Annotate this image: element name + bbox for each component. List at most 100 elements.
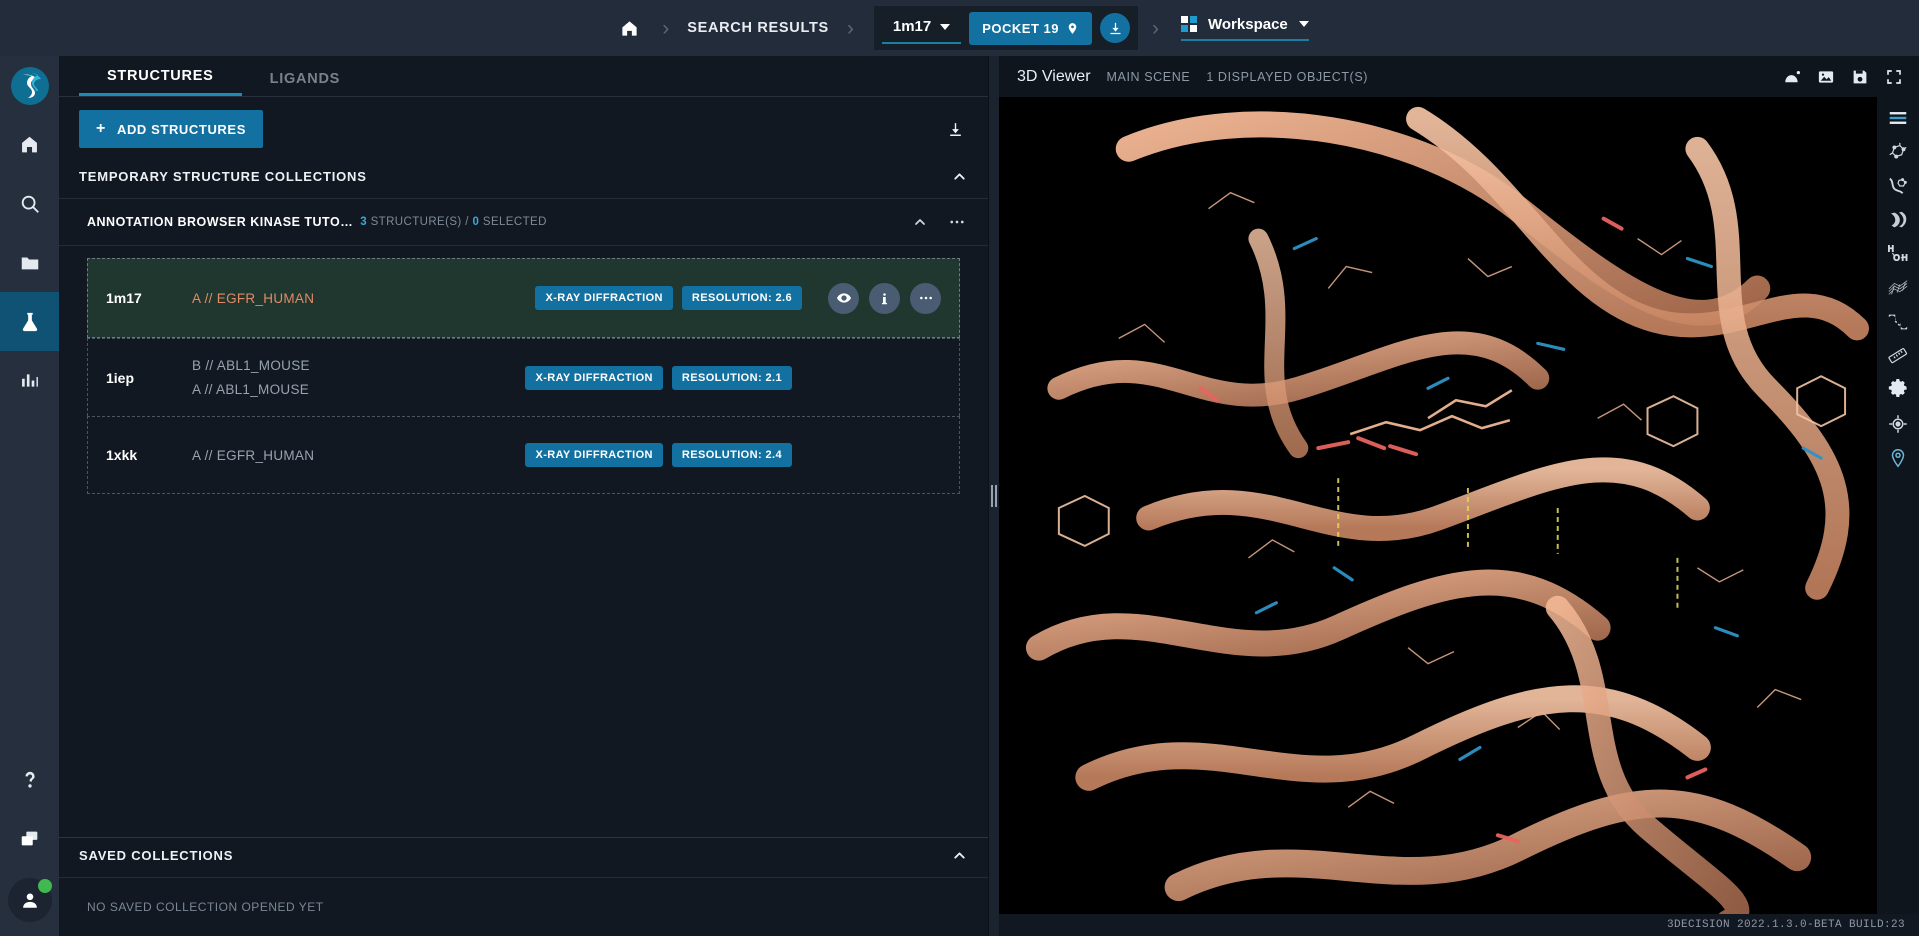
resolution-badge: RESOLUTION: 2.4 — [671, 443, 792, 467]
home-breadcrumb-button[interactable] — [610, 9, 648, 47]
pocket-button[interactable]: POCKET 19 — [969, 11, 1092, 45]
add-structures-button[interactable]: + ADD STRUCTURES — [79, 110, 263, 148]
collection-selected-count: 0 — [472, 216, 480, 228]
sidebar-item-analytics[interactable] — [0, 351, 59, 410]
collection-count-label: STRUCTURE(S) / — [370, 216, 469, 228]
viewer-panel: 3D Viewer MAIN SCENE 1 DISPLAYED OBJECT(… — [999, 56, 1919, 936]
user-avatar-icon — [19, 889, 41, 911]
visibility-toggle-button[interactable] — [828, 282, 859, 314]
sidebar-item-home[interactable] — [0, 115, 59, 174]
temporary-collections-title: TEMPORARY STRUCTURE COLLECTIONS — [79, 169, 367, 184]
info-button[interactable] — [869, 282, 900, 314]
surface-mesh-icon[interactable] — [1885, 275, 1911, 301]
helix-icon[interactable] — [1885, 207, 1911, 233]
structure-badges: X-RAY DIFFRACTION RESOLUTION: 2.6 — [535, 286, 802, 310]
cursor-arc-icon[interactable] — [1783, 68, 1801, 86]
center-target-icon[interactable] — [1885, 411, 1911, 437]
structure-selector-dropdown[interactable]: 1m17 — [881, 12, 962, 44]
status-bar: 3DECISION 2022.1.3.0-BETA BUILD:23 — [999, 914, 1919, 936]
eye-icon — [836, 290, 852, 306]
collection-ellipsis-icon[interactable] — [948, 213, 966, 231]
structure-list: 1m17 A // EGFR_HUMAN X-RAY DIFFRACTION R… — [59, 246, 988, 494]
viewer-objects-label: 1 DISPLAYED OBJECT(S) — [1206, 69, 1369, 84]
windows-button[interactable] — [0, 809, 59, 868]
tab-ligands[interactable]: LIGANDS — [242, 71, 369, 96]
sidebar-item-search[interactable] — [0, 174, 59, 233]
resolution-badge: RESOLUTION: 2.1 — [671, 365, 792, 390]
ellipsis-icon — [918, 290, 934, 306]
panel-resize-handle[interactable] — [989, 56, 999, 936]
distance-icon[interactable] — [1885, 309, 1911, 335]
viewer-header: 3D Viewer MAIN SCENE 1 DISPLAYED OBJECT(… — [999, 56, 1919, 97]
chevron-up-icon[interactable] — [951, 847, 968, 864]
app-logo[interactable] — [0, 56, 59, 115]
grid-icon — [1181, 16, 1197, 32]
collection-name: ANNOTATION BROWSER KINASE TUTO… — [87, 215, 354, 229]
water-icon[interactable]: HOH — [1885, 241, 1911, 267]
search-icon — [19, 193, 41, 215]
help-button[interactable] — [0, 750, 59, 809]
fullscreen-icon[interactable] — [1885, 68, 1903, 86]
download-icon — [947, 121, 964, 138]
structure-badges: X-RAY DIFFRACTION RESOLUTION: 2.1 — [525, 365, 792, 390]
collection-header[interactable]: ANNOTATION BROWSER KINASE TUTO… 3 STRUCT… — [59, 199, 988, 246]
breadcrumb-separator-3: › — [1152, 16, 1159, 40]
collection-meta: 3 STRUCTURE(S) / 0 SELECTED — [360, 216, 547, 228]
workspace-selector[interactable]: Workspace — [1181, 16, 1309, 41]
structure-pdb-id: 1iep — [106, 369, 135, 386]
add-structures-label: ADD STRUCTURES — [116, 121, 246, 137]
panel-content: + ADD STRUCTURES TEMPORARY STRUCTURE COL… — [59, 97, 988, 936]
table-row[interactable]: 1iep B // ABL1_MOUSE A // ABL1_MOUSE X-R… — [87, 338, 960, 416]
table-row[interactable]: 1m17 A // EGFR_HUMAN X-RAY DIFFRACTION R… — [87, 258, 960, 338]
collection-count: 3 — [360, 216, 367, 228]
folder-icon — [19, 252, 41, 274]
info-icon — [877, 291, 892, 306]
structure-selector-label: 1m17 — [892, 18, 932, 35]
structure-chains: A // EGFR_HUMAN — [192, 291, 535, 306]
menu-icon[interactable] — [1885, 105, 1911, 131]
pocket-button-label: POCKET 19 — [982, 20, 1059, 36]
pin-light-icon[interactable] — [1885, 445, 1911, 471]
chevron-up-icon[interactable] — [951, 168, 968, 185]
chain-label: B // ABL1_MOUSE — [192, 358, 310, 373]
version-text: 3DECISION 2022.1.3.0-BETA BUILD:23 — [1666, 919, 1905, 931]
sidebar-item-structures[interactable] — [0, 292, 59, 351]
structure-pdb-id: 1m17 — [106, 290, 142, 306]
panel-tabs: STRUCTURES LIGANDS — [59, 56, 988, 97]
structure-pdb-id: 1xkk — [106, 447, 138, 463]
molecular-3d-canvas[interactable] — [999, 97, 1877, 914]
save-icon[interactable] — [1851, 68, 1869, 86]
add-structures-row: + ADD STRUCTURES — [59, 97, 988, 159]
bar-chart-icon — [19, 370, 40, 391]
chain-label: A // ABL1_MOUSE — [192, 382, 310, 397]
windows-copy-icon — [19, 828, 41, 850]
molecule-icon[interactable] — [1885, 139, 1911, 165]
breadcrumb-separator-1: › — [662, 16, 670, 40]
temporary-collections-header[interactable]: TEMPORARY STRUCTURE COLLECTIONS — [59, 159, 988, 199]
collection-collapse-chevron-up-icon[interactable] — [912, 214, 928, 230]
table-row[interactable]: 1xkk A // EGFR_HUMAN X-RAY DIFFRACTION R… — [87, 416, 960, 494]
row-more-button[interactable] — [910, 282, 941, 314]
download-structures-button[interactable] — [943, 117, 968, 142]
ruler-icon[interactable] — [1885, 343, 1911, 369]
sidebar-item-folders[interactable] — [0, 233, 59, 292]
saved-collections-header[interactable]: SAVED COLLECTIONS — [59, 838, 988, 878]
structure-badges: X-RAY DIFFRACTION RESOLUTION: 2.4 — [525, 443, 792, 467]
structures-panel: STRUCTURES LIGANDS + ADD STRUCTURES TEMP… — [59, 56, 989, 936]
viewer-scene-label: MAIN SCENE — [1106, 69, 1191, 84]
account-button[interactable] — [7, 878, 52, 922]
top-bar: › SEARCH RESULTS › 1m17 POCKET 19 › Work… — [0, 0, 1919, 56]
chevron-down-icon — [1298, 21, 1309, 27]
download-pocket-button[interactable] — [1100, 13, 1130, 43]
gear-icon[interactable] — [1885, 377, 1911, 403]
svg-text:O: O — [1893, 253, 1900, 262]
collection-selected-label: SELECTED — [482, 216, 547, 228]
breadcrumb-search-results[interactable]: SEARCH RESULTS — [683, 20, 833, 36]
tab-structures[interactable]: STRUCTURES — [79, 68, 242, 96]
saved-collections-empty-text: NO SAVED COLLECTION OPENED YET — [87, 900, 324, 914]
image-icon[interactable] — [1817, 68, 1835, 86]
ribbon-molecule-icon[interactable] — [1885, 173, 1911, 199]
app-shell: STRUCTURES LIGANDS + ADD STRUCTURES TEMP… — [0, 56, 1919, 936]
left-nav-rail — [0, 56, 59, 936]
map-pin-icon — [1066, 21, 1079, 36]
